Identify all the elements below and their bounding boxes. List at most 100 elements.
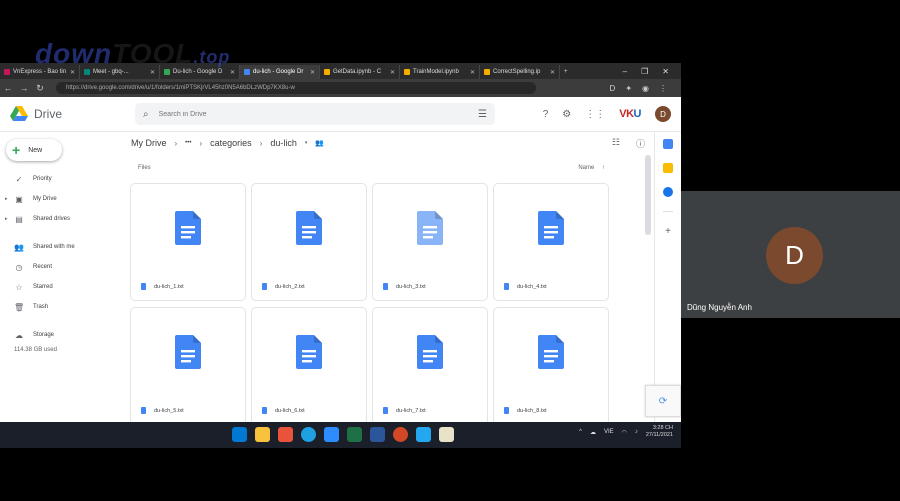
breadcrumb-parent[interactable]: categories xyxy=(210,138,252,148)
reload-icon[interactable]: ↻ xyxy=(32,83,48,94)
cloud-tray-icon[interactable]: ☁ xyxy=(590,429,596,436)
meeting-participant-tile[interactable]: D Dũng Nguyễn Anh xyxy=(681,191,900,318)
sidebar-item-label: Recent xyxy=(33,264,53,270)
close-icon[interactable]: ✕ xyxy=(662,67,669,76)
new-button[interactable]: + New xyxy=(6,139,62,161)
sidebar-item[interactable]: ▸ ▤ Shared drives xyxy=(0,209,118,229)
breadcrumb-current[interactable]: du-lich xyxy=(270,138,297,148)
word-icon[interactable] xyxy=(370,427,385,442)
chevron-right-icon: › xyxy=(174,138,178,148)
sort-button[interactable]: Name ↑ xyxy=(578,165,605,171)
shared-people-icon[interactable]: 👥 xyxy=(315,139,324,147)
excel-icon[interactable] xyxy=(347,427,362,442)
caret-right-icon[interactable]: ▸ xyxy=(5,216,8,222)
file-name: du-lich_6.txt xyxy=(275,407,305,414)
tab-close-icon[interactable]: ✕ xyxy=(230,69,235,76)
browser-tab[interactable]: GetData.ipynb - C ✕ xyxy=(320,65,400,79)
sidebar-item[interactable]: 👥 Shared with me xyxy=(0,237,118,257)
favicon-icon xyxy=(324,69,330,75)
tab-close-icon[interactable]: ✕ xyxy=(470,69,475,76)
tab-label: du-lich - Google Dr xyxy=(253,69,304,75)
tasks-icon[interactable] xyxy=(663,187,673,197)
sidebar-item-label: Priority xyxy=(33,176,52,182)
file-name-row: du-lich_6.txt xyxy=(262,407,305,414)
forward-icon[interactable]: → xyxy=(16,83,32,93)
drive-logo[interactable]: Drive xyxy=(10,106,120,122)
scrollbar[interactable] xyxy=(645,155,651,235)
maximize-icon[interactable]: ❐ xyxy=(641,67,648,76)
powerpoint-icon[interactable] xyxy=(393,427,408,442)
vscode-icon[interactable] xyxy=(416,427,431,442)
breadcrumb-ellipsis[interactable]: ••• xyxy=(185,140,191,146)
chevron-up-icon[interactable]: ^ xyxy=(579,429,582,435)
browser-tab[interactable]: du-lich - Google Dr ✕ xyxy=(240,65,320,79)
notepad-icon[interactable] xyxy=(439,427,454,442)
tab-close-icon[interactable]: ✕ xyxy=(550,69,555,76)
file-card[interactable]: du-lich_1.txt xyxy=(130,183,246,301)
windows-start-icon[interactable] xyxy=(232,427,247,442)
file-card[interactable]: du-lich_3.txt xyxy=(372,183,488,301)
list-view-icon[interactable]: ☷ xyxy=(612,137,620,150)
zoom-icon[interactable] xyxy=(324,427,339,442)
search-input[interactable] xyxy=(156,109,471,119)
recaptcha-badge[interactable]: ⟳ xyxy=(645,385,681,417)
avatar[interactable]: D xyxy=(655,106,671,122)
breadcrumb-root[interactable]: My Drive xyxy=(131,138,167,148)
sidebar-item[interactable]: 🗑 Trash xyxy=(0,297,118,317)
search-icon[interactable]: ⌕ xyxy=(143,109,149,120)
language-indicator[interactable]: VIE xyxy=(604,429,614,435)
wifi-icon[interactable]: ◠ xyxy=(622,429,627,436)
apps-grid-icon[interactable]: ⋮⋮ xyxy=(585,109,605,120)
puzzle-icon[interactable]: ✦ xyxy=(625,84,632,93)
sidebar-item-storage[interactable]: ☁ Storage xyxy=(0,325,118,345)
sidebar-item-label: Storage xyxy=(33,332,55,338)
doc-type-icon xyxy=(262,283,267,290)
file-name-row: du-lich_3.txt xyxy=(383,283,426,290)
caret-right-icon[interactable]: ▸ xyxy=(5,196,8,202)
chevron-down-icon[interactable]: ▾ xyxy=(305,140,308,146)
clock[interactable]: 3:28 CH 27/11/2021 xyxy=(646,425,673,439)
sidebar-item[interactable]: ☆ Starred xyxy=(0,277,118,297)
sidebar-item[interactable]: ✓ Priority xyxy=(0,169,118,189)
file-card[interactable]: du-lich_5.txt xyxy=(130,307,246,425)
sidebar-item[interactable]: ▸ ▣ My Drive xyxy=(0,189,118,209)
file-card[interactable]: du-lich_7.txt xyxy=(372,307,488,425)
back-icon[interactable]: ← xyxy=(0,83,16,93)
file-card[interactable]: du-lich_8.txt xyxy=(493,307,609,425)
file-preview xyxy=(131,308,245,396)
new-tab-button[interactable]: + xyxy=(560,65,578,79)
sidebar-icon: 👥 xyxy=(14,242,24,252)
menu-icon[interactable]: ⋮ xyxy=(659,84,667,93)
extension-icon[interactable]: D xyxy=(610,84,616,93)
doc-type-icon xyxy=(504,407,509,414)
add-addon-icon[interactable]: + xyxy=(665,226,671,237)
search-bar[interactable]: ⌕ ☰ xyxy=(135,103,495,125)
file-card[interactable]: du-lich_6.txt xyxy=(251,307,367,425)
edge-icon[interactable] xyxy=(301,427,316,442)
sidebar-item[interactable]: ◷ Recent xyxy=(0,257,118,277)
tab-close-icon[interactable]: ✕ xyxy=(310,69,315,76)
file-explorer-icon[interactable] xyxy=(255,427,270,442)
info-icon[interactable]: ⓘ xyxy=(636,137,645,150)
browser-tab[interactable]: CorrectSpelling.ip ✕ xyxy=(480,65,560,79)
file-card[interactable]: du-lich_2.txt xyxy=(251,183,367,301)
minimize-icon[interactable]: – xyxy=(623,67,627,76)
browser-tab[interactable]: TrainModel.ipynb ✕ xyxy=(400,65,480,79)
file-card[interactable]: du-lich_4.txt xyxy=(493,183,609,301)
sidebar-item-label: Shared with me xyxy=(33,244,75,250)
speaker-icon[interactable]: ♪ xyxy=(635,429,638,435)
profile-icon[interactable]: ◉ xyxy=(642,84,649,93)
plus-icon: + xyxy=(12,142,21,158)
help-icon[interactable]: ? xyxy=(543,109,549,120)
brave-browser-icon[interactable] xyxy=(278,427,293,442)
keep-icon[interactable] xyxy=(663,163,673,173)
calendar-icon[interactable] xyxy=(663,139,673,149)
file-preview xyxy=(373,184,487,272)
filter-icon[interactable]: ☰ xyxy=(478,109,487,120)
clock-time: 3:28 CH xyxy=(652,425,673,431)
file-name: du-lich_2.txt xyxy=(275,283,305,290)
gear-icon[interactable]: ⚙ xyxy=(562,109,571,120)
app-name: Drive xyxy=(34,107,63,121)
url-field[interactable]: https://drive.google.com/drive/u/1/folde… xyxy=(56,82,536,94)
tab-close-icon[interactable]: ✕ xyxy=(390,69,395,76)
